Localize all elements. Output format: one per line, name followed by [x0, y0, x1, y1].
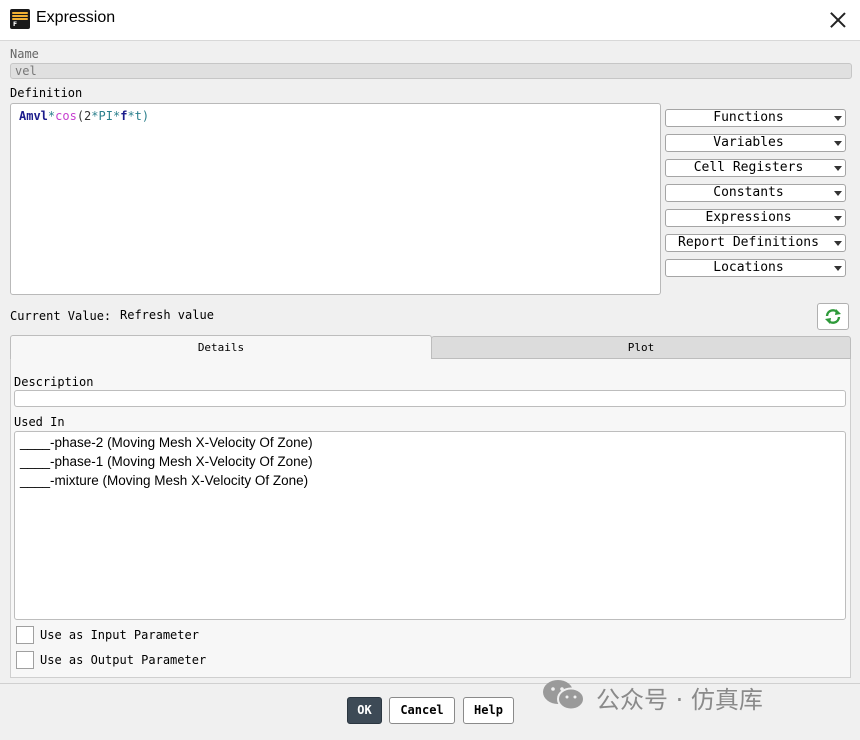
help-button[interactable]: Help	[463, 697, 514, 724]
cell-registers-dropdown[interactable]: Cell Registers	[665, 159, 846, 177]
description-field[interactable]	[14, 390, 846, 407]
chevron-down-icon	[834, 141, 842, 146]
name-field[interactable]: vel	[10, 63, 852, 79]
dropdown-label: Functions	[713, 110, 784, 125]
output-parameter-checkbox[interactable]	[16, 651, 34, 669]
tab-plot[interactable]: Plot	[431, 336, 851, 359]
tab-details[interactable]: Details	[10, 335, 432, 359]
token-variable: t)	[134, 109, 150, 123]
current-value-text: Refresh value	[120, 308, 214, 322]
refresh-icon	[825, 309, 841, 324]
watermark-text: 公众号 · 仿真库	[596, 686, 763, 714]
wechat-icon	[543, 680, 585, 711]
token-constant: PI	[98, 109, 113, 123]
definition-editor[interactable]: Amvl*cos(2*PI*f*t)	[10, 103, 661, 295]
constants-dropdown[interactable]: Constants	[665, 184, 846, 202]
description-label: Description	[14, 375, 94, 389]
title-bar	[0, 0, 860, 41]
chevron-down-icon	[834, 191, 842, 196]
used-in-label: Used In	[14, 415, 65, 429]
list-item[interactable]: ____-mixture (Moving Mesh X-Velocity Of …	[20, 473, 308, 488]
cancel-button[interactable]: Cancel	[389, 697, 455, 724]
list-item[interactable]: ____-phase-1 (Moving Mesh X-Velocity Of …	[20, 454, 313, 469]
definition-expression: Amvl*cos(2*PI*f*t)	[19, 109, 149, 123]
expressions-dropdown[interactable]: Expressions	[665, 209, 846, 227]
close-icon[interactable]	[826, 8, 850, 32]
token-operator: *	[91, 109, 99, 123]
token-number: (2	[76, 109, 92, 123]
chevron-down-icon	[834, 266, 842, 271]
used-in-list[interactable]: ____-phase-2 (Moving Mesh X-Velocity Of …	[14, 431, 846, 620]
token-operator: *	[127, 109, 135, 123]
dropdown-label: Locations	[713, 260, 784, 275]
dropdown-label: Constants	[713, 185, 784, 200]
refresh-button[interactable]	[817, 303, 849, 330]
dropdown-label: Expressions	[705, 210, 792, 225]
chevron-down-icon	[834, 216, 842, 221]
dropdown-label: Report Definitions	[678, 235, 819, 250]
dropdown-label: Variables	[713, 135, 784, 150]
functions-dropdown[interactable]: Functions	[665, 109, 846, 127]
dropdown-label: Cell Registers	[693, 160, 804, 175]
token-variable: Amvl	[19, 109, 48, 123]
name-label: Name	[10, 47, 39, 61]
chevron-down-icon	[834, 116, 842, 121]
window-title: Expression	[36, 9, 116, 26]
output-parameter-label: Use as Output Parameter	[40, 653, 207, 667]
ok-button[interactable]: OK	[347, 697, 382, 724]
variables-dropdown[interactable]: Variables	[665, 134, 846, 152]
list-item[interactable]: ____-phase-2 (Moving Mesh X-Velocity Of …	[20, 435, 313, 450]
fluent-app-icon: F	[10, 9, 30, 29]
current-value-label: Current Value:	[10, 309, 112, 323]
input-parameter-checkbox[interactable]	[16, 626, 34, 644]
locations-dropdown[interactable]: Locations	[665, 259, 846, 277]
chevron-down-icon	[834, 241, 842, 246]
input-parameter-label: Use as Input Parameter	[40, 628, 199, 642]
token-function: cos	[55, 109, 77, 123]
report-definitions-dropdown[interactable]: Report Definitions	[665, 234, 846, 252]
definition-label: Definition	[10, 86, 83, 100]
chevron-down-icon	[834, 166, 842, 171]
